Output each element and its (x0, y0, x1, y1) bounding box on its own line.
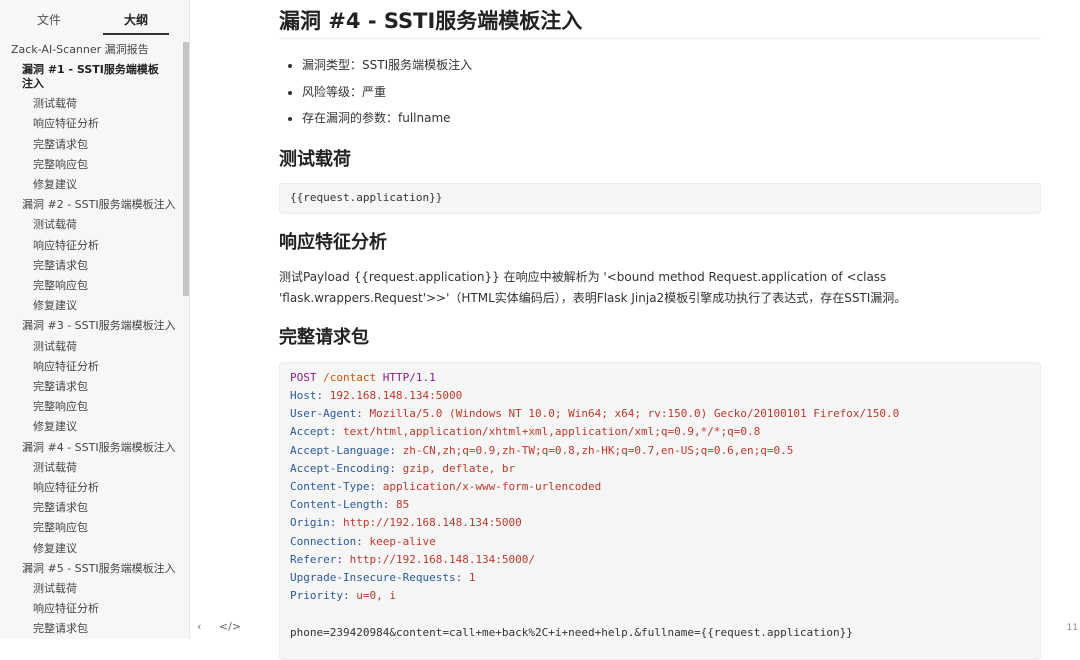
header-line: Origin: http://192.168.148.134:5000 (290, 514, 1030, 532)
header-line: Upgrade-Insecure-Requests: 1 (290, 569, 1030, 587)
outline-item-section[interactable]: 响应特征分析 (0, 599, 181, 619)
section-heading-payload: 测试载荷 (279, 148, 351, 170)
header-line: Host: 192.168.148.134:5000 (290, 387, 1030, 405)
header-line: Priority: u=0, i (290, 587, 1030, 605)
page-title: 漏洞 #4 - SSTI服务端模板注入 (279, 0, 1041, 39)
list-item: 存在漏洞的参数：fullname (302, 105, 1041, 132)
outline-item-section[interactable]: 完整响应包 (0, 155, 181, 175)
header-line: User-Agent: Mozilla/5.0 (Windows NT 10.0… (290, 405, 1030, 423)
outline-item-section[interactable]: 完整请求包 (0, 498, 181, 518)
request-body: phone=239420984&content=call+me+back%2C+… (290, 625, 853, 639)
header-name: Connection: (290, 534, 363, 548)
header-value: http://192.168.148.134:5000 (342, 516, 522, 530)
sidebar: 文件 大纲 Zack-AI-Scanner 漏洞报告 漏洞 #1 - SSTI服务… (0, 0, 190, 639)
payload-text: {{request.application}} (290, 190, 443, 204)
header-name: Origin: (290, 516, 337, 530)
outline-item-section[interactable]: 完整请求包 (0, 619, 181, 639)
header-name: User-Agent: (290, 407, 363, 421)
outline-item-section[interactable]: 响应特征分析 (0, 357, 181, 377)
payload-code-block: {{request.application}} (279, 182, 1041, 214)
analysis-text-line2: 'flask.wrappers.Request'>>'（HTML实体编码后），表… (279, 290, 907, 305)
outline-item-section[interactable]: 测试载荷 (0, 94, 181, 114)
outline-item-section[interactable]: 测试载荷 (0, 458, 181, 478)
outline-item-section[interactable]: 测试载荷 (0, 337, 181, 357)
header-name: Accept-Language: (290, 443, 396, 457)
outline-item-vuln[interactable]: 漏洞 #5 - SSTI服务端模板注入 (0, 559, 181, 579)
header-name: Content-Length: (290, 498, 390, 512)
request-path: /contact (323, 370, 377, 384)
page-number: 11 (1066, 623, 1078, 633)
outline-item-section[interactable]: 测试载荷 (0, 579, 181, 599)
back-icon[interactable]: ‹ (197, 620, 201, 633)
request-method: POST (290, 370, 317, 384)
header-name: Priority: (290, 589, 350, 603)
list-item: 漏洞类型：SSTI服务端模板注入 (302, 52, 1041, 79)
header-value: 192.168.148.134:5000 (329, 388, 463, 402)
header-value: 1 (468, 570, 476, 584)
sidebar-bottom-bar: ‹ </> (197, 620, 255, 633)
outline-item-section[interactable]: 响应特征分析 (0, 114, 181, 134)
tab-outline[interactable]: 大纲 (103, 0, 169, 35)
request-line: POST /contact HTTP/1.1 (290, 369, 1030, 387)
document-content: 漏洞 #4 - SSTI服务端模板注入 漏洞类型：SSTI服务端模板注入 风险等… (279, 0, 1041, 660)
header-name: Accept: (290, 425, 337, 439)
header-line: Accept-Encoding: gzip, deflate, br (290, 460, 1030, 478)
header-value: keep-alive (369, 534, 436, 548)
outline-list: Zack-AI-Scanner 漏洞报告 漏洞 #1 - SSTI服务端模板注入测… (0, 40, 181, 639)
outline-item-vuln[interactable]: 漏洞 #2 - SSTI服务端模板注入 (0, 195, 181, 215)
outline-item-section[interactable]: 响应特征分析 (0, 478, 181, 498)
request-protocol: HTTP/1.1 (382, 370, 436, 384)
tab-files[interactable]: 文件 (16, 0, 82, 33)
header-value: text/html,application/xhtml+xml,applicat… (342, 425, 761, 439)
request-code-block: POST /contact HTTP/1.1 Host: 192.168.148… (279, 361, 1041, 660)
header-line: Content-Type: application/x-www-form-url… (290, 478, 1030, 496)
outline-item-section[interactable]: 完整请求包 (0, 135, 181, 155)
header-line: Accept-Language: zh-CN,zh;q=0.9,zh-TW;q=… (290, 442, 1030, 460)
section-heading-request: 完整请求包 (279, 326, 369, 348)
header-name: Content-Type: (290, 479, 377, 493)
header-line: Accept: text/html,application/xhtml+xml,… (290, 423, 1030, 441)
header-value: u=0, i (356, 589, 396, 603)
analysis-text-line1: 测试Payload {{request.application}} 在响应中被解… (279, 269, 887, 284)
sidebar-tabs: 文件 大纲 (0, 0, 189, 36)
section-heading-analysis: 响应特征分析 (279, 231, 387, 253)
header-line: Content-Length: 85 (290, 496, 1030, 514)
outline-item-section[interactable]: 完整响应包 (0, 276, 181, 296)
vuln-summary-list: 漏洞类型：SSTI服务端模板注入 风险等级：严重 存在漏洞的参数：fullnam… (279, 52, 1041, 132)
header-name: Upgrade-Insecure-Requests: (290, 570, 463, 584)
header-name: Host: (290, 388, 324, 402)
header-value: http://192.168.148.134:5000/ (349, 552, 536, 566)
header-value: zh-CN,zh;q=0.9,zh-TW;q=0.8,zh-HK;q=0.7,e… (402, 443, 794, 457)
header-line: Referer: http://192.168.148.134:5000/ (290, 551, 1030, 569)
header-value: Mozilla/5.0 (Windows NT 10.0; Win64; x64… (369, 407, 900, 421)
header-value: gzip, deflate, br (402, 461, 516, 475)
sidebar-scrollbar[interactable] (183, 42, 189, 296)
outline-item-section[interactable]: 测试载荷 (0, 215, 181, 235)
source-code-icon[interactable]: </> (219, 620, 241, 633)
outline-item-section[interactable]: 修复建议 (0, 539, 181, 559)
outline-item-section[interactable]: 修复建议 (0, 296, 181, 316)
outline-item-vuln[interactable]: 漏洞 #4 - SSTI服务端模板注入 (0, 438, 181, 458)
header-name: Referer: (290, 552, 343, 566)
outline-item-section[interactable]: 修复建议 (0, 417, 181, 437)
outline-root[interactable]: Zack-AI-Scanner 漏洞报告 (0, 40, 181, 60)
header-value: 85 (395, 498, 410, 512)
outline-item-section[interactable]: 修复建议 (0, 175, 181, 195)
outline-item-section[interactable]: 响应特征分析 (0, 236, 181, 256)
outline-item-section[interactable]: 完整请求包 (0, 377, 181, 397)
list-item: 风险等级：严重 (302, 79, 1041, 106)
header-line: Connection: keep-alive (290, 533, 1030, 551)
header-name: Accept-Encoding: (290, 461, 396, 475)
header-value: application/x-www-form-urlencoded (382, 479, 602, 493)
outline-item-vuln[interactable]: 漏洞 #3 - SSTI服务端模板注入 (0, 316, 181, 336)
request-headers: Host: 192.168.148.134:5000 User-Agent: Mo… (290, 387, 1030, 605)
outline-item-section[interactable]: 完整响应包 (0, 397, 181, 417)
outline-item-section[interactable]: 完整响应包 (0, 518, 181, 538)
outline-item-section[interactable]: 完整请求包 (0, 256, 181, 276)
outline-item-vuln[interactable]: 漏洞 #1 - SSTI服务端模板注入 (0, 60, 181, 94)
